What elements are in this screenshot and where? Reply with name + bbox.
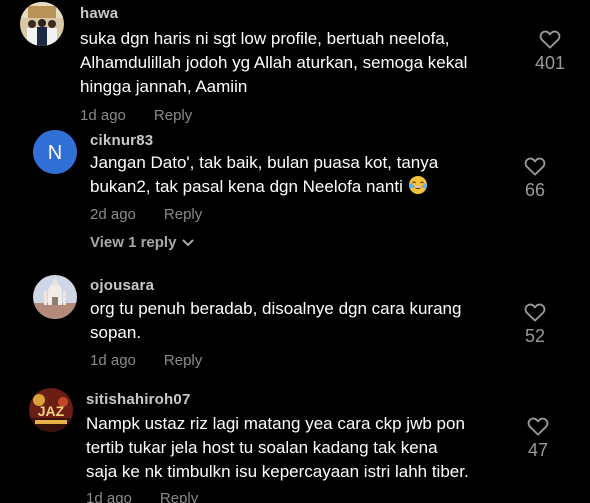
comment-text-segment: bukan2, tak pasal kena dgn Neelofa nanti bbox=[90, 177, 403, 196]
comment-text-line: saja ke nk timbulkn isu kepercayaan istr… bbox=[86, 462, 469, 481]
reply-button[interactable]: Reply bbox=[164, 352, 202, 369]
comment-item: ojousara org tu penuh beradab, disoalnye… bbox=[0, 262, 590, 374]
comment-username[interactable]: ciknur83 bbox=[90, 132, 153, 149]
comment-text-line: sopan. bbox=[90, 323, 142, 342]
comment-text-line: Alhamdulillah jodoh yg Allah aturkan, se… bbox=[80, 53, 468, 72]
like-button[interactable]: 47 bbox=[513, 416, 563, 461]
chevron-down-icon bbox=[182, 239, 194, 247]
comment-text-line: tertib tukar jela host tu soalan kadang … bbox=[86, 438, 438, 457]
like-count: 66 bbox=[524, 180, 546, 200]
like-count: 52 bbox=[524, 326, 546, 346]
comment-meta: 2d ago Reply bbox=[90, 206, 202, 223]
reply-button[interactable]: Reply bbox=[160, 490, 198, 503]
comment-text-line: org tu penuh beradab, disoalnye dgn cara… bbox=[90, 299, 462, 318]
comment-text-line: bukan2, tak pasal kena dgn Neelofa nanti bbox=[90, 175, 428, 199]
avatar[interactable]: JAZ bbox=[29, 388, 73, 432]
comment-username[interactable]: hawa bbox=[80, 5, 118, 22]
comment-username[interactable]: ojousara bbox=[90, 277, 154, 294]
comments-screen: hawa suka dgn haris ni sgt low profile, … bbox=[0, 0, 590, 503]
heart-outline-icon bbox=[524, 303, 546, 322]
laughing-tears-emoji-icon bbox=[408, 176, 427, 194]
view-replies-button[interactable]: View 1 reply bbox=[90, 234, 194, 251]
like-button[interactable]: 52 bbox=[510, 302, 560, 347]
reply-button[interactable]: Reply bbox=[164, 206, 202, 223]
avatar-initial: N bbox=[48, 142, 62, 164]
heart-outline-icon bbox=[527, 417, 549, 436]
like-button[interactable]: 401 bbox=[525, 29, 575, 74]
avatar-photo bbox=[20, 2, 64, 46]
comment-timestamp: 1d ago bbox=[86, 490, 132, 503]
comment-text-line: Nampk ustaz riz lagi matang yea cara ckp… bbox=[86, 414, 465, 433]
like-count: 401 bbox=[534, 53, 566, 73]
avatar[interactable]: N bbox=[33, 130, 77, 174]
comment-text-line: hingga jannah, Aamiin bbox=[80, 77, 248, 96]
avatar-photo: JAZ bbox=[29, 388, 73, 432]
comment-text-line: Jangan Dato', tak baik, bulan puasa kot,… bbox=[90, 153, 439, 172]
comment-item: JAZ sitishahiroh07 Nampk ustaz riz lagi … bbox=[0, 374, 590, 503]
svg-text:JAZ: JAZ bbox=[38, 403, 65, 419]
avatar-letter: N bbox=[33, 130, 77, 174]
comment-meta: 1d ago Reply bbox=[90, 352, 202, 369]
avatar[interactable] bbox=[20, 2, 64, 46]
comment-timestamp: 1d ago bbox=[90, 352, 136, 369]
comment-item: N ciknur83 Jangan Dato', tak baik, bulan… bbox=[0, 122, 590, 262]
view-replies-label: View 1 reply bbox=[90, 234, 177, 251]
like-count: 47 bbox=[527, 440, 549, 460]
comment-username[interactable]: sitishahiroh07 bbox=[86, 391, 191, 408]
avatar-photo bbox=[33, 275, 77, 319]
heart-outline-icon bbox=[539, 30, 561, 49]
comment-meta: 1d ago Reply bbox=[86, 490, 198, 503]
avatar[interactable] bbox=[33, 275, 77, 319]
heart-outline-icon bbox=[524, 157, 546, 176]
comment-text-line: suka dgn haris ni sgt low profile, bertu… bbox=[80, 29, 450, 48]
comment-timestamp: 2d ago bbox=[90, 206, 136, 223]
comment-item: hawa suka dgn haris ni sgt low profile, … bbox=[0, 0, 590, 124]
like-button[interactable]: 66 bbox=[510, 156, 560, 201]
